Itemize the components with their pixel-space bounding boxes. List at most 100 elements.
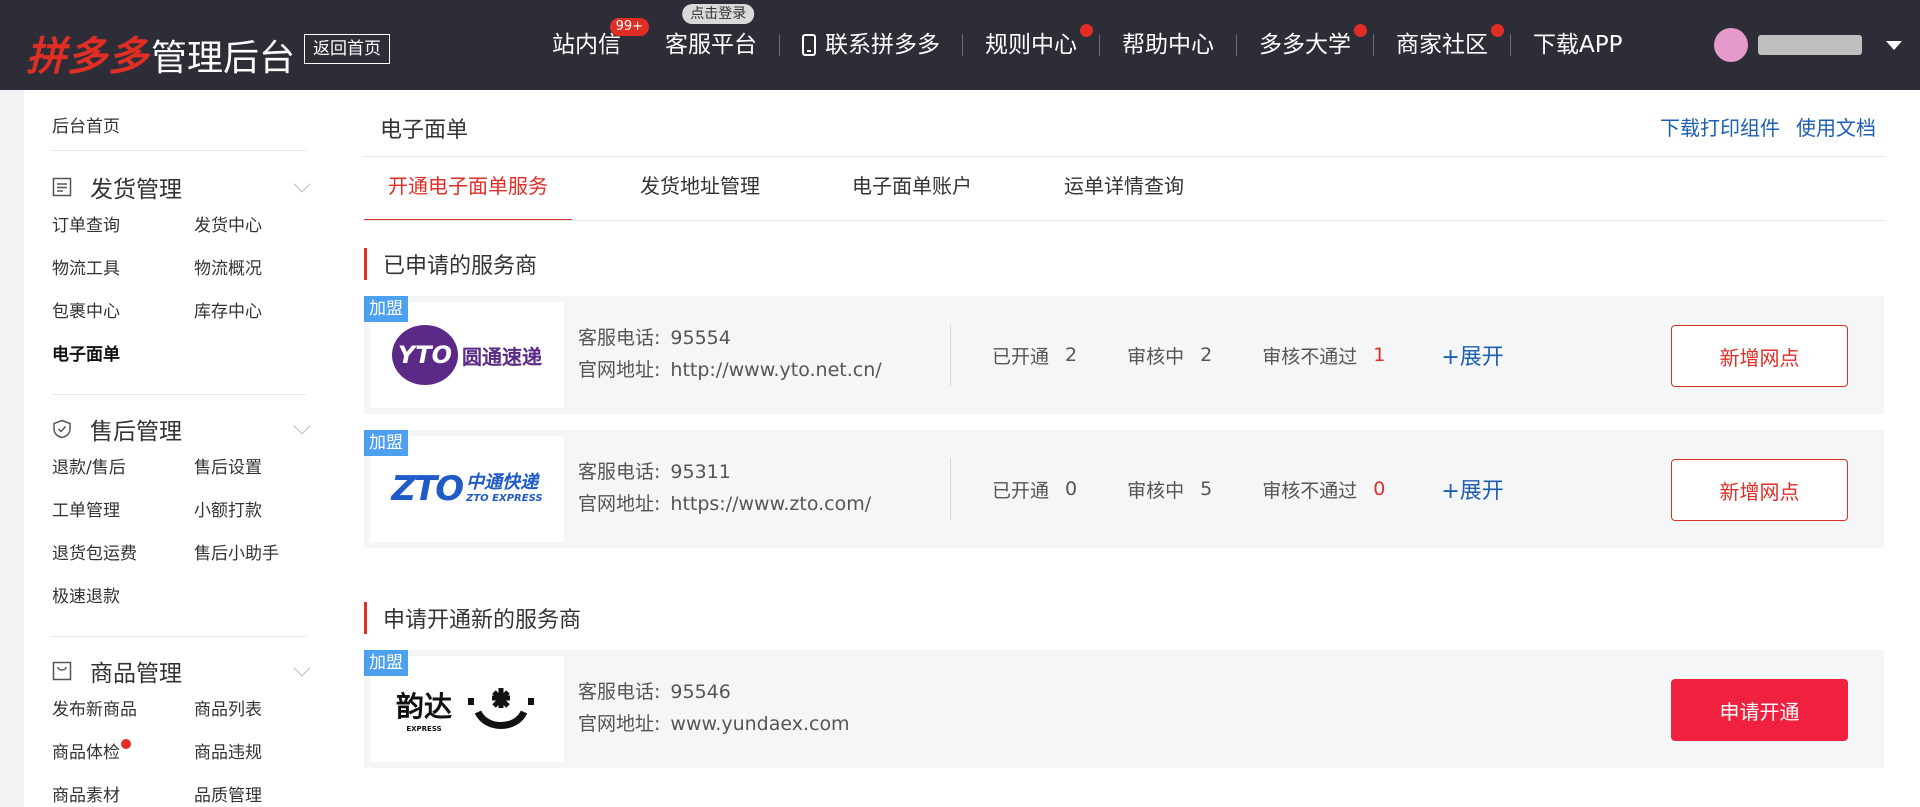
sidebar-item-small-payments[interactable]: 小额打款 (194, 499, 314, 542)
sidebar-item-logistics-tools[interactable]: 物流工具 (52, 257, 194, 300)
rejected-count: 1 (1373, 344, 1386, 366)
rejected-label: 审核不通过 (1262, 479, 1358, 502)
carrier-info: 客服电话: 95311 官网地址: https://www.zto.com/ (578, 456, 871, 520)
divider (52, 150, 306, 151)
sidebar-item-new-product[interactable]: 发布新商品 (52, 698, 194, 741)
user-menu[interactable] (1714, 28, 1902, 62)
site-label: 官网地址: (578, 713, 661, 735)
tab-open-service[interactable]: 开通电子面单服务 (364, 156, 572, 221)
tab-waybill-query[interactable]: 运单详情查询 (1040, 156, 1208, 221)
login-tip[interactable]: 点击登录 (682, 4, 755, 24)
nav-community-label: 商家社区 (1396, 32, 1488, 58)
sidebar-item-product-checkup[interactable]: 商品体检 (52, 739, 194, 784)
sidebar-group-aftersales: 售后管理 退款/售后 售后设置 工单管理 小额打款 退货包运费 售后小助手 极速… (52, 412, 312, 628)
tab-shipping-address[interactable]: 发货地址管理 (616, 156, 784, 221)
sidebar-item-label: 商品体检 (52, 743, 120, 763)
expand-link[interactable]: +展开 (1441, 473, 1503, 505)
sidebar-item-tickets[interactable]: 工单管理 (52, 499, 194, 542)
chevron-down-icon[interactable] (293, 175, 311, 193)
group-title-products: 商品管理 (90, 661, 182, 687)
document-icon (52, 177, 72, 197)
tab-bar: 开通电子面单服务 发货地址管理 电子面单账户 运单详情查询 (364, 156, 1252, 221)
nav-contact[interactable]: 联系拼多多 (780, 30, 962, 60)
rejected-label: 审核不通过 (1262, 345, 1358, 368)
reviewing-count: 2 (1200, 344, 1213, 366)
phone-value: 95546 (670, 681, 731, 703)
group-header-shipping[interactable]: 发货管理 (52, 170, 312, 204)
tab-waybill-account[interactable]: 电子面单账户 (828, 156, 996, 221)
reviewing-label: 审核中 (1127, 479, 1185, 502)
nav-customer-service[interactable]: 点击登录 客服平台 (643, 4, 779, 60)
nav-community[interactable]: 商家社区 (1374, 24, 1510, 60)
sidebar-item-aftersales-settings[interactable]: 售后设置 (194, 456, 314, 499)
caret-down-icon[interactable] (1886, 40, 1902, 50)
carrier-card-zto: 加盟 ZTO 中通快递 ZTO EXPRESS 客服电话: 95311 官网地址:… (364, 430, 1884, 548)
nav-rules[interactable]: 规则中心 (963, 24, 1099, 60)
carrier-logo-sub: EXPRESS (406, 725, 442, 733)
top-bar: 拼多多 管理后台 返回首页 站内信 99+ 点击登录 客服平台 联系拼多多 规则… (0, 0, 1920, 90)
join-tag: 加盟 (364, 430, 408, 456)
carrier-logo-name: 中通快递 (466, 472, 539, 493)
expand-link[interactable]: +展开 (1441, 339, 1503, 371)
divider (52, 636, 306, 637)
sidebar-item-quality-management[interactable]: 品质管理 (194, 784, 314, 807)
user-name-redacted (1758, 35, 1862, 55)
nav-messages-label: 站内信 (552, 32, 621, 58)
carrier-logo-name: 圆通速递 (462, 344, 542, 369)
group-header-aftersales[interactable]: 售后管理 (52, 412, 312, 446)
carrier-card-yunda: 加盟 韵达 EXPRESS 客服电话: 95546 官网地址: www.yundae… (364, 650, 1884, 768)
sidebar-item-order-query[interactable]: 订单查询 (52, 214, 194, 257)
nav-university[interactable]: 多多大学 (1237, 24, 1373, 60)
phone-icon (802, 34, 816, 56)
sidebar-item-package-center[interactable]: 包裹中心 (52, 300, 194, 343)
divider (52, 394, 306, 395)
back-home-button[interactable]: 返回首页 (304, 34, 390, 64)
group-header-products[interactable]: 商品管理 (52, 654, 312, 688)
sidebar-item-aftersales-assistant[interactable]: 售后小助手 (194, 542, 314, 585)
group-title-shipping: 发货管理 (90, 177, 182, 203)
add-site-button[interactable]: 新增网点 (1671, 325, 1848, 387)
nav-help[interactable]: 帮助中心 (1100, 30, 1236, 60)
zto-mark: ZTO (391, 469, 464, 509)
sidebar-item-product-list[interactable]: 商品列表 (194, 698, 314, 741)
shield-icon (53, 419, 71, 439)
rejected-count: 0 (1373, 478, 1386, 500)
section-title: 已申请的服务商 (383, 254, 538, 279)
nav-download-app[interactable]: 下载APP (1511, 30, 1644, 60)
sidebar-item-product-materials[interactable]: 商品素材 (52, 784, 194, 807)
carrier-logo-name: 韵达 (395, 690, 452, 723)
avatar[interactable] (1714, 28, 1748, 62)
site-value[interactable]: http://www.yto.net.cn/ (670, 359, 881, 381)
sidebar-item-product-violations[interactable]: 商品违规 (194, 741, 314, 784)
apply-button[interactable]: 申请开通 (1671, 679, 1848, 741)
sidebar-item-return-shipping[interactable]: 退货包运费 (52, 542, 194, 585)
chevron-down-icon[interactable] (293, 417, 311, 435)
sidebar-item-e-waybill[interactable]: 电子面单 (52, 343, 194, 386)
section-title: 申请开通新的服务商 (383, 608, 582, 633)
divider (364, 220, 1884, 221)
section-marker (364, 602, 367, 634)
add-site-button[interactable]: 新增网点 (1671, 459, 1848, 521)
bag-icon (52, 661, 72, 681)
sidebar-item-home[interactable]: 后台首页 (52, 112, 120, 137)
sidebar-item-fast-refund[interactable]: 极速退款 (52, 585, 194, 628)
site-value[interactable]: https://www.zto.com/ (670, 493, 871, 515)
sidebar-item-refunds[interactable]: 退款/售后 (52, 456, 194, 499)
opened-label: 已开通 (992, 479, 1050, 502)
sidebar-item-logistics-overview[interactable]: 物流概况 (194, 257, 314, 300)
sidebar-item-inventory-center[interactable]: 库存中心 (194, 300, 314, 343)
logo[interactable]: 拼多多 管理后台 (26, 24, 295, 82)
site-label: 官网地址: (578, 359, 661, 381)
docs-link[interactable]: 使用文档 (1796, 112, 1876, 141)
sidebar-item-shipping-center[interactable]: 发货中心 (194, 214, 314, 257)
chevron-down-icon[interactable] (293, 659, 311, 677)
phone-value: 95554 (670, 327, 731, 349)
section-applied-providers: 已申请的服务商 (364, 248, 537, 280)
yto-mark: YTO (392, 325, 458, 385)
phone-label: 客服电话: (578, 681, 661, 703)
nav-messages[interactable]: 站内信 99+ (530, 18, 649, 60)
notification-dot (1354, 24, 1367, 37)
site-value[interactable]: www.yundaex.com (670, 713, 849, 735)
download-print-component-link[interactable]: 下载打印组件 (1660, 112, 1780, 141)
carrier-stats: 已开通 0 审核中 5 审核不通过 0 +展开 (992, 430, 1504, 548)
